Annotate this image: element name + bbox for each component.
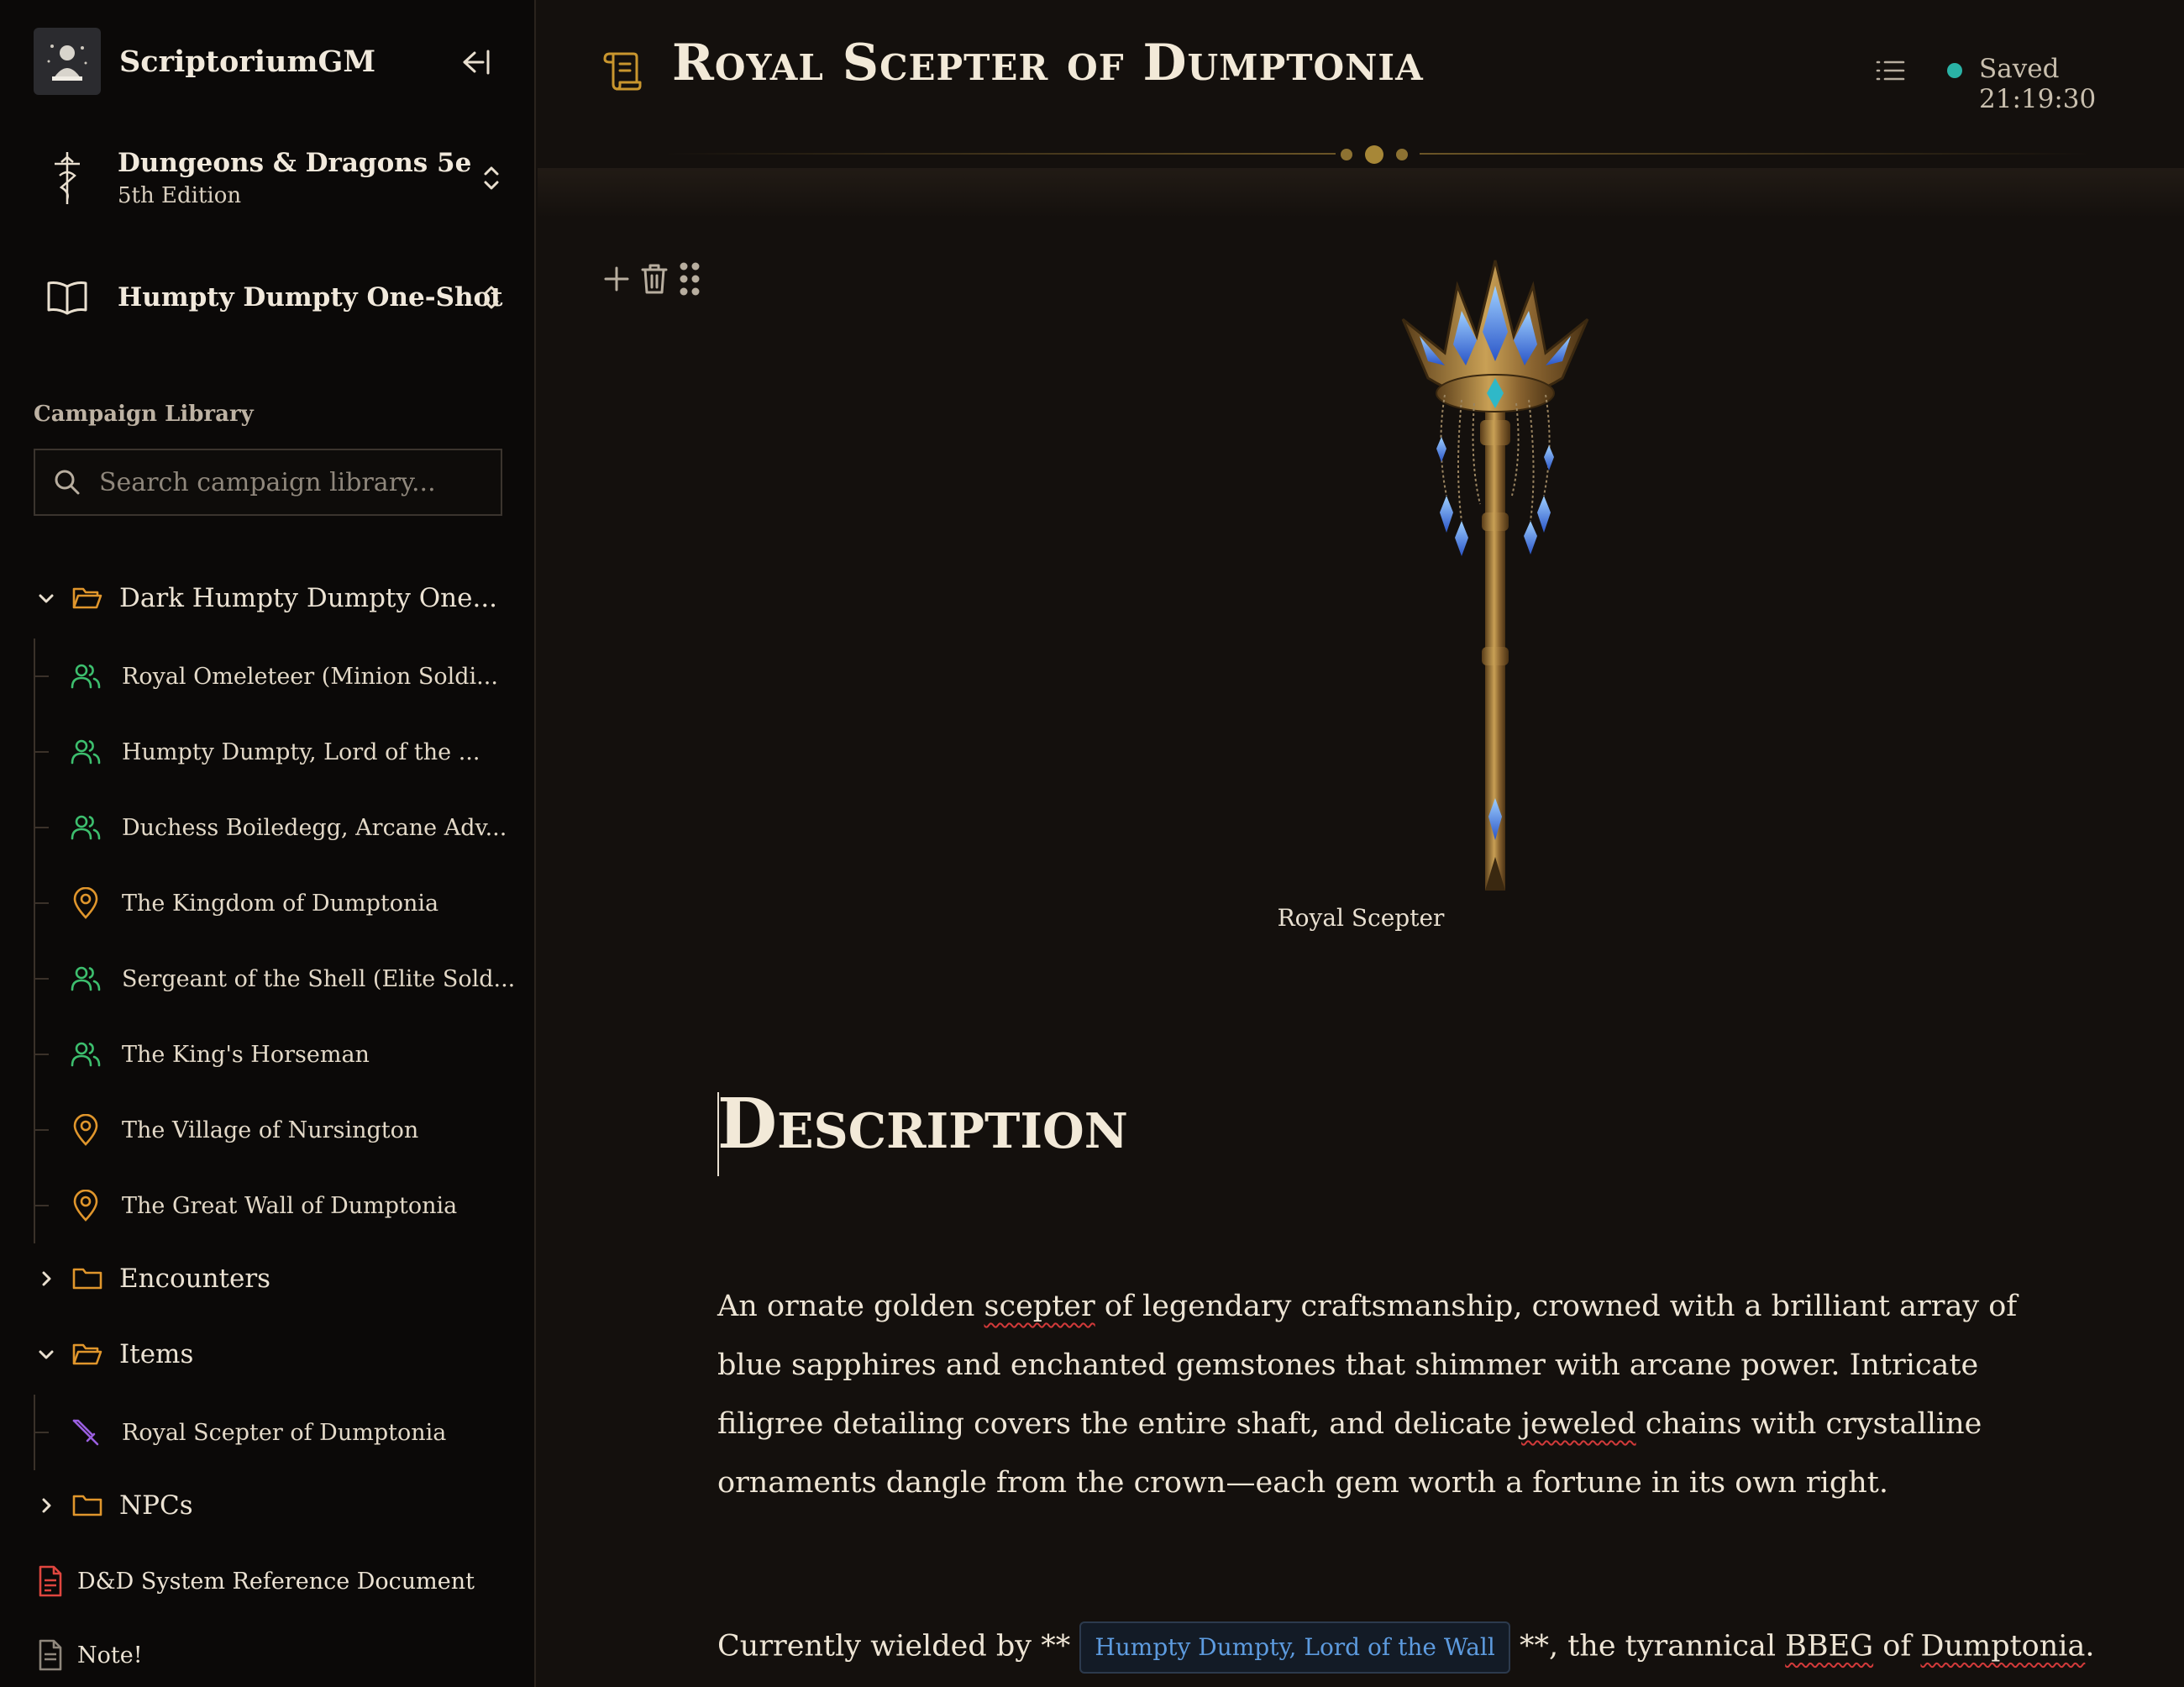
add-block-button[interactable] [601,264,632,294]
saved-status-dot [1947,63,1962,78]
header-shadow [538,168,2184,218]
chevron-down-icon [34,586,59,611]
campaign-library-label: Campaign Library [34,402,254,427]
chevron-up-down-icon [479,161,504,195]
folder-open-icon [71,581,104,615]
users-icon [69,962,102,996]
drag-handle[interactable] [677,260,702,297]
page-title[interactable]: Royal Scepter of Dumptonia [672,34,1424,92]
misspelled-word: scepter [984,1290,1095,1323]
note-icon [34,1638,67,1672]
dnd-logo-icon [34,145,101,212]
grip-icon [680,262,700,296]
map-pin-icon [69,1113,102,1147]
folder-label: Encounters [119,1264,271,1294]
library-search [34,449,502,516]
wielder-paragraph[interactable]: Currently wielded by ** Humpty Dumpty, L… [717,1621,2094,1674]
chevron-up-down-icon [479,281,504,314]
list-icon [1876,60,1905,81]
doc-srd[interactable]: D&D System Reference Document [34,1564,475,1598]
folder-label: Items [119,1339,194,1369]
campaign-selector[interactable]: Humpty Dumpty One-Shot [34,264,504,331]
doc-label: Note! [77,1642,143,1669]
users-icon [69,735,102,769]
doc-note[interactable]: Note! [34,1638,143,1672]
text-cursor [717,1092,719,1176]
text-run: Currently wielded by ** [717,1629,1080,1663]
folder-items[interactable]: Items [34,1338,193,1371]
tree-item-label: Sergeant of the Shell (Elite Sold... [122,965,516,992]
app-logo [34,28,101,95]
system-selector[interactable]: Dungeons & Dragons 5e 5th Edition [34,145,504,212]
chevron-down-icon [34,1342,59,1367]
saved-status: Saved 21:19:30 [1979,54,2097,114]
trash-icon [641,264,668,294]
users-icon [69,811,102,844]
tree-item-label: The Great Wall of Dumptonia [122,1192,458,1219]
folder-label: NPCs [119,1490,193,1521]
editor-header: Royal Scepter of Dumptonia Saved 21:19:3… [538,0,2184,164]
image-caption: Royal Scepter [1277,904,1445,932]
tree-item-label: The Village of Nursington [122,1117,419,1143]
folder-icon [71,1489,104,1522]
misspelled-word: jeweled [1521,1407,1636,1441]
app-name: ScriptoriumGM [119,44,376,79]
ornament-dots [1341,145,1408,165]
library-search-input[interactable] [97,466,487,498]
users-icon [69,1038,102,1071]
folder-dark-humpty[interactable]: Dark Humpty Dumpty One... [34,581,497,615]
scroll-icon [601,49,642,92]
tree-item-label: The Kingdom of Dumptonia [122,890,439,917]
misspelled-word: Dumptonia [1920,1629,2086,1663]
document-icon [34,1564,67,1598]
doc-label: D&D System Reference Document [77,1568,475,1595]
search-icon [52,467,82,497]
tree-item-label: Royal Omeleteer (Minion Soldi... [122,663,498,690]
description-heading[interactable]: Description [717,1084,1128,1164]
users-icon [69,660,102,693]
scepter-illustration [1401,260,1589,891]
ornament-line-left [664,153,1336,155]
tree-item-label: Humpty Dumpty, Lord of the ... [122,738,480,765]
chevron-right-icon [34,1493,59,1518]
map-pin-icon [69,1189,102,1222]
chevron-right-icon [34,1266,59,1291]
system-subtitle: 5th Edition [118,183,242,208]
brand[interactable]: ScriptoriumGM [34,27,375,96]
sword-icon [69,1416,102,1449]
tree-item-label: The King's Horseman [122,1041,370,1068]
folder-icon [71,1262,104,1295]
plus-icon [604,266,629,292]
description-paragraph[interactable]: An ornate golden scepter of legendary cr… [717,1277,2045,1512]
sidebar: ScriptoriumGM Dungeons & Dragons 5e 5th … [0,0,536,1687]
text-run: of [1873,1629,1921,1663]
scepter-image[interactable] [1260,252,1730,941]
delete-block-button[interactable] [640,262,669,296]
text-run: An ornate golden [717,1290,984,1323]
tree-item-label: Duchess Boiledegg, Arcane Adv... [122,814,507,841]
entity-mention-link[interactable]: Humpty Dumpty, Lord of the Wall [1079,1621,1510,1674]
map-pin-icon [69,886,102,920]
collapse-sidebar-button[interactable] [454,44,496,81]
collapse-left-icon [463,50,490,75]
outline-button[interactable] [1873,54,1907,87]
folder-encounters[interactable]: Encounters [34,1262,270,1295]
ornament-line-right [1420,153,2092,155]
text-run: **, the tyrannical [1509,1629,1786,1663]
misspelled-word: BBEG [1785,1629,1874,1663]
folder-npcs[interactable]: NPCs [34,1489,193,1522]
tree-item-label: Royal Scepter of Dumptonia [122,1419,447,1446]
system-title: Dungeons & Dragons 5e [118,148,472,178]
folder-label: Dark Humpty Dumpty One... [119,583,498,613]
campaign-title: Humpty Dumpty One-Shot [118,282,503,313]
block-toolbar [601,260,711,297]
text-run: . [2085,1629,2095,1663]
main-editor: Royal Scepter of Dumptonia Saved 21:19:3… [538,0,2184,1687]
folder-open-icon [71,1338,104,1371]
book-open-icon [34,264,101,331]
